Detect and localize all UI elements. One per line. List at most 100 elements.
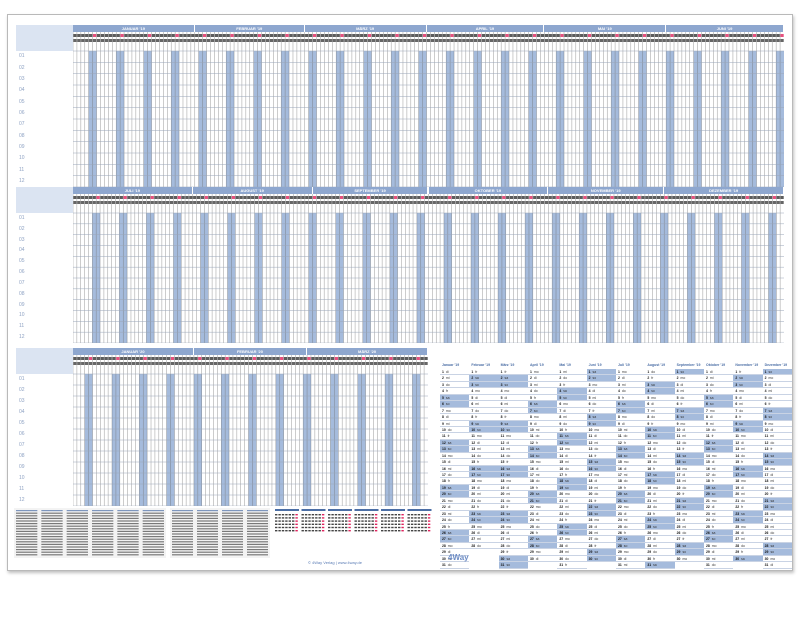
weekday-abbr: sa bbox=[680, 408, 685, 413]
weekday-abbr: mi bbox=[653, 453, 657, 458]
weekday-abbr: do bbox=[651, 415, 655, 420]
row-label: 06 bbox=[19, 431, 25, 437]
weekday-abbr: sa bbox=[533, 402, 538, 407]
weekday-abbr: mo bbox=[447, 453, 453, 458]
row-label: 03 bbox=[19, 398, 25, 404]
weekday-abbr: di bbox=[623, 556, 627, 561]
row-label: 04 bbox=[19, 409, 25, 415]
weekday-abbr: fr bbox=[477, 505, 480, 510]
weekday-abbr: sa bbox=[563, 389, 567, 394]
planner-block: JANUAR '20 FEBRUAR '20 MÄRZ '20 01 02 03 04 05 0… bbox=[16, 348, 428, 506]
day-cell: 30 di bbox=[528, 556, 558, 563]
weekday-abbr: so bbox=[594, 556, 599, 561]
weekday-abbr: sa bbox=[594, 505, 599, 510]
row-label: 07 bbox=[19, 442, 25, 448]
weekday-abbr: so bbox=[768, 370, 773, 374]
weekday-abbr: so bbox=[770, 460, 775, 465]
footer-note: © 4Way Verlag | www.4way.de bbox=[308, 560, 363, 565]
weekday-abbr: do bbox=[682, 485, 687, 490]
weekday-abbr: mo bbox=[711, 453, 717, 458]
weekday-abbr: fr bbox=[682, 537, 685, 542]
day-grid bbox=[73, 194, 784, 343]
weekday-abbr: so bbox=[504, 382, 509, 387]
day-cell: 30 so bbox=[586, 555, 616, 563]
weekday-abbr: di bbox=[535, 511, 539, 516]
month-name: Februar '19 bbox=[471, 363, 491, 367]
day-cell: 31 sa bbox=[645, 562, 675, 569]
weekday-abbr: mi bbox=[506, 537, 511, 542]
weekday-abbr: sa bbox=[594, 460, 599, 465]
row-label: 11 bbox=[19, 486, 25, 492]
weekday-abbr: do bbox=[682, 440, 687, 445]
weekday-abbr: sa bbox=[739, 421, 743, 426]
month-name: September '19 bbox=[676, 363, 701, 367]
month-name: April '19 bbox=[530, 363, 544, 367]
weekday-abbr: fr bbox=[741, 505, 744, 510]
row-label: 08 bbox=[19, 290, 25, 297]
weekday-abbr: mi bbox=[709, 376, 714, 381]
weekday-abbr: do bbox=[594, 492, 599, 497]
weekday-abbr: do bbox=[504, 408, 509, 413]
weekday-abbr: so bbox=[506, 518, 511, 523]
month-header: MÄRZ '19 bbox=[304, 25, 427, 32]
weekday-abbr: do bbox=[653, 550, 657, 555]
weekday-abbr: fr bbox=[682, 492, 685, 497]
weekday-abbr: fr bbox=[653, 556, 656, 561]
weekday-abbr: do bbox=[477, 498, 481, 503]
weekday-abbr: mo bbox=[533, 415, 539, 420]
weekday-abbr: mi bbox=[653, 543, 657, 548]
weekday-abbr: so bbox=[594, 466, 599, 471]
weekday-abbr: so bbox=[533, 408, 538, 413]
weekday-abbr: sa bbox=[739, 376, 743, 381]
weekday-abbr: fr bbox=[770, 447, 773, 452]
weekday-abbr: di bbox=[770, 473, 774, 477]
weekday-abbr: mi bbox=[768, 389, 773, 394]
weekday-abbr: fr bbox=[535, 530, 538, 535]
weekday-abbr: do bbox=[711, 427, 716, 432]
weekday-abbr: sa bbox=[564, 434, 569, 439]
weekday-abbr: mi bbox=[477, 537, 481, 542]
weekday-abbr: mo bbox=[535, 505, 541, 510]
row-label: 03 bbox=[19, 75, 25, 82]
weekday-abbr: do bbox=[770, 485, 775, 490]
weekday-abbr: mi bbox=[770, 434, 774, 439]
planner-block: JANUAR '19 FEBRUAR '19 MÄRZ '19 APRIL '19 MA… bbox=[16, 25, 784, 187]
weekday-abbr: sa bbox=[621, 402, 626, 407]
weekday-abbr: so bbox=[711, 492, 716, 497]
month-header: DEZEMBER '19 bbox=[664, 187, 784, 194]
weekday-abbr: do bbox=[741, 543, 745, 548]
month-name: Juli '19 bbox=[618, 363, 630, 367]
weekday-abbr: mo bbox=[504, 389, 510, 394]
weekday-abbr: mo bbox=[565, 447, 570, 452]
weekday-abbr: so bbox=[447, 447, 452, 452]
row-label: 02 bbox=[19, 225, 25, 232]
weekday-abbr: di bbox=[768, 382, 772, 387]
weekday-abbr: do bbox=[447, 563, 452, 568]
weekday-abbr: mo bbox=[768, 421, 774, 426]
weekday-abbr: mo bbox=[445, 408, 451, 413]
weekday-abbr: fr bbox=[592, 408, 595, 413]
weekday-abbr: di bbox=[506, 440, 510, 445]
day-cell: 31 do bbox=[440, 562, 470, 569]
weekday-abbr: sa bbox=[768, 408, 773, 413]
weekday-abbr: di bbox=[621, 376, 625, 381]
weekday-abbr: mi bbox=[711, 511, 716, 516]
weekday-abbr: di bbox=[445, 370, 449, 374]
weekday-abbr: mi bbox=[445, 421, 450, 426]
weekday-abbr: sa bbox=[770, 498, 775, 503]
weekday-abbr: fr bbox=[506, 505, 509, 510]
weekday-abbr: do bbox=[739, 408, 743, 413]
weekday-abbr: mi bbox=[565, 505, 569, 510]
weekday-abbr: sa bbox=[535, 537, 540, 542]
weekday-abbr: di bbox=[594, 524, 598, 529]
row-label: 03 bbox=[19, 236, 25, 243]
weekday-abbr: do bbox=[621, 389, 626, 394]
weekday-abbr: fr bbox=[651, 421, 654, 426]
month-header: JUNI '19 bbox=[666, 25, 784, 32]
brand-logo: 4Way bbox=[448, 553, 469, 562]
day-cell: 30 mo bbox=[674, 556, 704, 563]
weekday-abbr: sa bbox=[594, 550, 599, 555]
weekday-abbr: do bbox=[592, 402, 597, 407]
weekday-abbr: mi bbox=[711, 466, 716, 471]
row-label: 06 bbox=[19, 269, 25, 276]
